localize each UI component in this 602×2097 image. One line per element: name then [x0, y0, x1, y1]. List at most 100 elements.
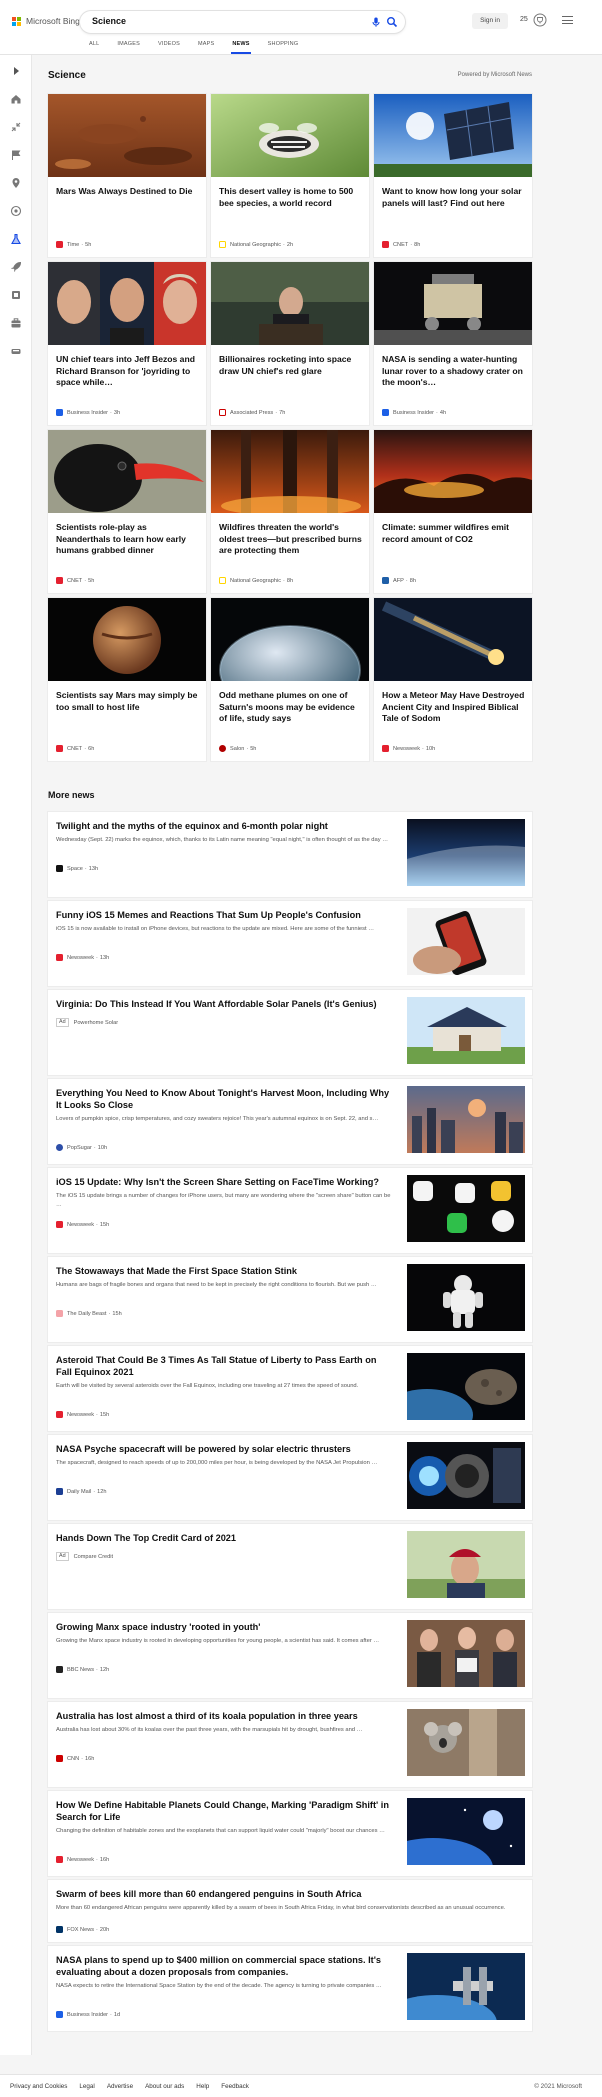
news-list-item[interactable]: NASA Psyche spacecraft will be powered b…	[48, 1435, 532, 1520]
tab-all[interactable]: ALL	[89, 41, 99, 54]
item-headline[interactable]: Australia has lost almost a third of its…	[56, 1710, 391, 1722]
item-source[interactable]: PopSugar	[67, 1145, 92, 1151]
rewards-trophy-icon[interactable]	[533, 13, 547, 27]
news-list-item[interactable]: Swarm of bees kill more than 60 endanger…	[48, 1880, 532, 1942]
item-source[interactable]: Daily Mail	[67, 1489, 91, 1495]
item-source[interactable]: FOX News	[67, 1927, 94, 1933]
powered-by[interactable]: Powered by Microsoft News	[458, 72, 532, 78]
news-card[interactable]: Climate: summer wildfires emit record am…	[374, 430, 532, 593]
news-card[interactable]: How a Meteor May Have Destroyed Ancient …	[374, 598, 532, 761]
card-headline[interactable]: This desert valley is home to 500 bee sp…	[219, 186, 363, 209]
flag-icon[interactable]	[10, 149, 22, 161]
tab-videos[interactable]: VIDEOS	[158, 41, 180, 54]
card-headline[interactable]: Want to know how long your solar panels …	[382, 186, 526, 209]
item-headline[interactable]: iOS 15 Update: Why Isn't the Screen Shar…	[56, 1176, 391, 1188]
item-source[interactable]: Newsweek	[67, 1222, 94, 1228]
news-list-item[interactable]: Growing Manx space industry 'rooted in y…	[48, 1613, 532, 1698]
item-source[interactable]: Business Insider	[67, 2012, 108, 2018]
card-source[interactable]: Newsweek	[393, 746, 420, 752]
item-source[interactable]: Space	[67, 866, 83, 872]
item-source[interactable]: Powerhome Solar	[74, 1020, 118, 1026]
item-source[interactable]: BBC News	[67, 1667, 94, 1673]
ad-list-item[interactable]: Hands Down The Top Credit Card of 2021 A…	[48, 1524, 532, 1609]
card-source[interactable]: CNET	[67, 578, 82, 584]
card-source[interactable]: Business Insider	[67, 410, 108, 416]
tab-news[interactable]: NEWS	[231, 41, 252, 54]
item-headline[interactable]: Growing Manx space industry 'rooted in y…	[56, 1621, 391, 1633]
card-headline[interactable]: Odd methane plumes on one of Saturn's mo…	[219, 690, 363, 725]
footer-link-privacy[interactable]: Privacy and Cookies	[10, 2083, 67, 2090]
news-list-item[interactable]: Asteroid That Could Be 3 Times As Tall S…	[48, 1346, 532, 1431]
item-headline[interactable]: NASA plans to spend up to $400 million o…	[56, 1954, 391, 1978]
briefcase-icon[interactable]	[10, 317, 22, 329]
news-card[interactable]: This desert valley is home to 500 bee sp…	[211, 94, 369, 257]
item-source[interactable]: Newsweek	[67, 1857, 94, 1863]
item-source[interactable]: Compare Credit	[74, 1554, 113, 1560]
location-pin-icon[interactable]	[10, 177, 22, 189]
card-source[interactable]: AFP	[393, 578, 404, 584]
item-headline[interactable]: Twilight and the myths of the equinox an…	[56, 820, 391, 832]
item-headline[interactable]: Funny iOS 15 Memes and Reactions That Su…	[56, 909, 391, 921]
news-card[interactable]: UN chief tears into Jeff Bezos and Richa…	[48, 262, 206, 425]
news-card[interactable]: Odd methane plumes on one of Saturn's mo…	[211, 598, 369, 761]
card-headline[interactable]: UN chief tears into Jeff Bezos and Richa…	[56, 354, 200, 389]
search-icon[interactable]	[386, 16, 398, 28]
news-card[interactable]: Billionaires rocketing into space draw U…	[211, 262, 369, 425]
ad-list-item[interactable]: Virginia: Do This Instead If You Want Af…	[48, 990, 532, 1075]
card-headline[interactable]: Scientists say Mars may simply be too sm…	[56, 690, 200, 713]
collapse-icon[interactable]	[10, 121, 22, 133]
news-card[interactable]: Scientists say Mars may simply be too sm…	[48, 598, 206, 761]
card-source[interactable]: Salon	[230, 746, 244, 752]
card-source[interactable]: Business Insider	[393, 410, 434, 416]
item-headline[interactable]: Everything You Need to Know About Tonigh…	[56, 1087, 391, 1111]
news-card[interactable]: Want to know how long your solar panels …	[374, 94, 532, 257]
film-icon[interactable]	[10, 289, 22, 301]
news-list-item[interactable]: Twilight and the myths of the equinox an…	[48, 812, 532, 897]
tab-images[interactable]: IMAGES	[117, 41, 140, 54]
item-headline[interactable]: Asteroid That Could Be 3 Times As Tall S…	[56, 1354, 391, 1378]
news-card[interactable]: Scientists role-play as Neanderthals to …	[48, 430, 206, 593]
card-source[interactable]: Time	[67, 242, 79, 248]
item-headline[interactable]: Hands Down The Top Credit Card of 2021	[56, 1532, 391, 1544]
item-headline[interactable]: How We Define Habitable Planets Could Ch…	[56, 1799, 391, 1823]
item-headline[interactable]: Virginia: Do This Instead If You Want Af…	[56, 998, 391, 1010]
footer-link-about-ads[interactable]: About our ads	[145, 2083, 184, 2090]
footer-link-legal[interactable]: Legal	[79, 2083, 94, 2090]
search-box[interactable]: Science	[80, 11, 405, 33]
card-headline[interactable]: How a Meteor May Have Destroyed Ancient …	[382, 690, 526, 725]
news-card[interactable]: Mars Was Always Destined to Die Time · 5h	[48, 94, 206, 257]
news-list-item[interactable]: Everything You Need to Know About Tonigh…	[48, 1079, 532, 1164]
item-source[interactable]: CNN	[67, 1756, 79, 1762]
item-headline[interactable]: The Stowaways that Made the First Space …	[56, 1265, 391, 1277]
item-source[interactable]: Newsweek	[67, 955, 94, 961]
expand-arrow-icon[interactable]	[10, 65, 22, 77]
tab-maps[interactable]: MAPS	[198, 41, 214, 54]
news-card[interactable]: NASA is sending a water-hunting lunar ro…	[374, 262, 532, 425]
tab-shopping[interactable]: SHOPPING	[268, 41, 299, 54]
news-list-item[interactable]: Funny iOS 15 Memes and Reactions That Su…	[48, 901, 532, 986]
card-source[interactable]: National Geographic	[230, 578, 281, 584]
item-headline[interactable]: Swarm of bees kill more than 60 endanger…	[56, 1888, 516, 1900]
card-headline[interactable]: Climate: summer wildfires emit record am…	[382, 522, 526, 545]
card-headline[interactable]: Billionaires rocketing into space draw U…	[219, 354, 363, 377]
news-list-item[interactable]: NASA plans to spend up to $400 million o…	[48, 1946, 532, 2031]
science-flask-icon[interactable]	[10, 233, 22, 245]
item-source[interactable]: Newsweek	[67, 1412, 94, 1418]
rocket-icon[interactable]	[10, 261, 22, 273]
footer-link-advertise[interactable]: Advertise	[107, 2083, 133, 2090]
news-list-item[interactable]: iOS 15 Update: Why Isn't the Screen Shar…	[48, 1168, 532, 1253]
sign-in-button[interactable]: Sign in	[472, 13, 508, 29]
footer-link-feedback[interactable]: Feedback	[221, 2083, 249, 2090]
car-icon[interactable]	[10, 345, 22, 357]
card-source[interactable]: Associated Press	[230, 410, 273, 416]
home-icon[interactable]	[10, 93, 22, 105]
search-input[interactable]: Science	[92, 16, 126, 26]
card-headline[interactable]: Wildfires threaten the world's oldest tr…	[219, 522, 363, 557]
item-headline[interactable]: NASA Psyche spacecraft will be powered b…	[56, 1443, 391, 1455]
card-headline[interactable]: Mars Was Always Destined to Die	[56, 186, 200, 198]
hamburger-menu-icon[interactable]	[562, 16, 573, 25]
card-source[interactable]: National Geographic	[230, 242, 281, 248]
footer-link-help[interactable]: Help	[196, 2083, 209, 2090]
item-source[interactable]: The Daily Beast	[67, 1311, 106, 1317]
globe-icon[interactable]	[10, 205, 22, 217]
